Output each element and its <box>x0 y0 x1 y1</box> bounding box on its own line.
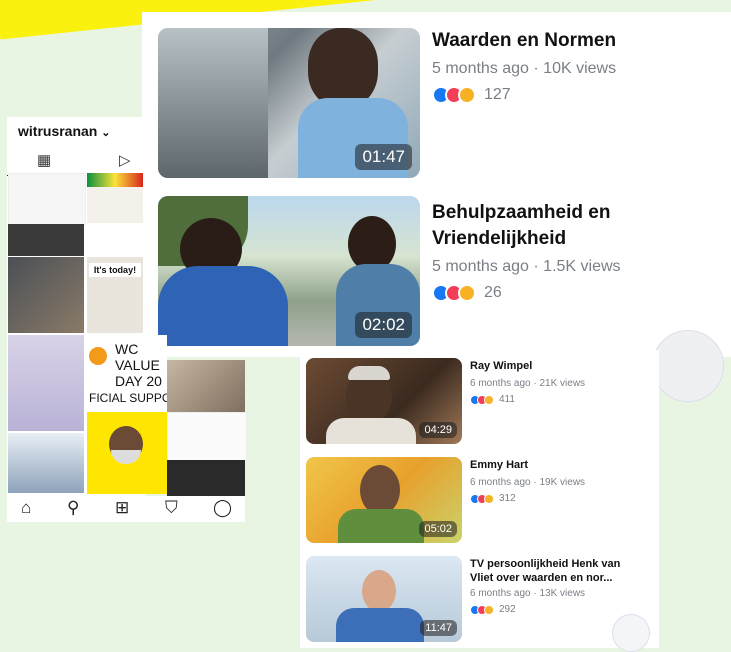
post-tile[interactable] <box>8 257 84 333</box>
values-day-text: WC VALUE DAY 20 <box>115 341 162 389</box>
video-title[interactable]: Ray Wimpel <box>470 360 585 372</box>
haha-icon <box>484 604 494 615</box>
reaction-number: 292 <box>499 604 516 615</box>
reaction-number: 312 <box>499 493 516 504</box>
car-window <box>158 28 268 178</box>
reaction-number: 411 <box>499 394 515 405</box>
person-figure <box>308 28 378 108</box>
video-item[interactable]: 04:29 Ray Wimpel 6 months ago · 21K view… <box>306 358 585 444</box>
flag-stripes <box>87 173 143 187</box>
profile-icon[interactable]: ◯ <box>213 498 232 518</box>
video-title[interactable]: Waarden en Normen <box>432 30 616 52</box>
post-tile[interactable] <box>8 433 84 493</box>
reaction-count[interactable]: 292 <box>470 604 620 615</box>
video-item[interactable]: 05:02 Emmy Hart 6 months ago · 19K views… <box>306 457 585 543</box>
haha-icon <box>458 86 476 104</box>
video-title[interactable]: TV persoonlijkheid Henk van <box>470 558 620 570</box>
video-thumbnail[interactable]: 11:47 <box>306 556 462 642</box>
post-tile[interactable] <box>8 224 84 256</box>
person-hair <box>348 366 390 380</box>
support-text: FICIAL SUPPORT <box>89 391 167 405</box>
haha-icon <box>484 493 494 504</box>
video-stats: 5 months ago · 1.5K views <box>432 258 621 275</box>
reaction-number: 127 <box>484 86 511 103</box>
person-dress <box>338 509 424 543</box>
video-stats: 6 months ago · 21K views <box>470 378 586 389</box>
video-item[interactable]: 01:47 Waarden en Normen 5 months ago · 1… <box>158 28 616 178</box>
post-tile[interactable]: It's today! <box>87 257 143 333</box>
video-stats: 6 months ago · 19K views <box>470 477 586 488</box>
heart-logo <box>89 347 107 365</box>
video-item[interactable]: 11:47 TV persoonlijkheid Henk van Vliet … <box>306 556 620 642</box>
man-beard <box>111 450 141 464</box>
person-face <box>360 465 400 515</box>
its-today-label: It's today! <box>89 263 141 277</box>
post-tile[interactable] <box>8 173 86 225</box>
video-thumbnail[interactable]: 01:47 <box>158 28 420 178</box>
post-tile[interactable] <box>167 360 245 412</box>
add-icon[interactable]: ⊞ <box>115 498 129 518</box>
reaction-count[interactable]: 26 <box>432 284 621 302</box>
person-left-shirt <box>158 266 288 346</box>
video-thumbnail[interactable]: 04:29 <box>306 358 462 444</box>
video-stats: 5 months ago · 10K views <box>432 60 617 77</box>
haha-icon <box>484 394 494 405</box>
bottom-nav: ⌂ ⚲ ⊞ ⛉ ◯ <box>7 496 245 522</box>
reaction-count[interactable]: 411 <box>470 394 585 405</box>
video-item[interactable]: 02:02 Behulpzaamheid en Vriendelijkheid … <box>158 196 621 346</box>
chevron-down-icon[interactable]: ⌄ <box>101 127 110 139</box>
person-shirt <box>326 418 416 444</box>
shop-icon[interactable]: ⛉ <box>165 498 178 518</box>
grid-icon[interactable]: ▦ <box>37 151 51 169</box>
wow-icon <box>458 284 476 302</box>
video-meta: TV persoonlijkheid Henk van Vliet over w… <box>470 556 620 642</box>
video-title-line2[interactable]: Vriendelijkheid <box>432 228 621 250</box>
video-duration: 04:29 <box>419 422 457 438</box>
avatar-circle[interactable] <box>612 614 650 652</box>
video-thumbnail[interactable]: 05:02 <box>306 457 462 543</box>
video-title[interactable]: Emmy Hart <box>470 459 585 471</box>
video-meta: Emmy Hart 6 months ago · 19K views 312 <box>470 457 585 543</box>
video-meta: Waarden en Normen 5 months ago · 10K vie… <box>432 28 616 178</box>
post-tile[interactable] <box>167 460 245 496</box>
post-tile[interactable] <box>87 173 143 223</box>
values-day-post[interactable]: WC VALUE DAY 20 FICIAL SUPPORT <box>87 335 167 413</box>
search-icon[interactable]: ⚲ <box>67 498 79 518</box>
video-title[interactable]: Behulpzaamheid en <box>432 202 621 224</box>
post-tile[interactable] <box>8 335 84 431</box>
reels-icon[interactable]: ▷ <box>119 151 131 169</box>
video-thumbnail[interactable]: 02:02 <box>158 196 420 346</box>
video-title-line2[interactable]: Vliet over waarden en nor... <box>470 572 620 584</box>
avatar-circle[interactable] <box>652 330 724 402</box>
video-meta: Ray Wimpel 6 months ago · 21K views 411 <box>470 358 585 444</box>
person-face <box>362 570 396 612</box>
profile-username[interactable]: witrusranan ⌄ <box>18 123 110 139</box>
video-meta: Behulpzaamheid en Vriendelijkheid 5 mont… <box>432 196 621 346</box>
video-stats: 6 months ago · 13K views <box>470 588 586 599</box>
post-tile[interactable] <box>167 412 247 462</box>
video-duration: 05:02 <box>419 521 457 537</box>
video-duration: 02:02 <box>355 312 412 338</box>
person-shirt <box>336 608 424 642</box>
reaction-count[interactable]: 127 <box>432 86 616 104</box>
post-tile[interactable] <box>87 412 167 494</box>
home-icon[interactable]: ⌂ <box>21 498 31 518</box>
reaction-number: 26 <box>484 284 502 301</box>
video-duration: 11:47 <box>420 620 457 636</box>
reaction-count[interactable]: 312 <box>470 493 585 504</box>
video-duration: 01:47 <box>355 144 412 170</box>
